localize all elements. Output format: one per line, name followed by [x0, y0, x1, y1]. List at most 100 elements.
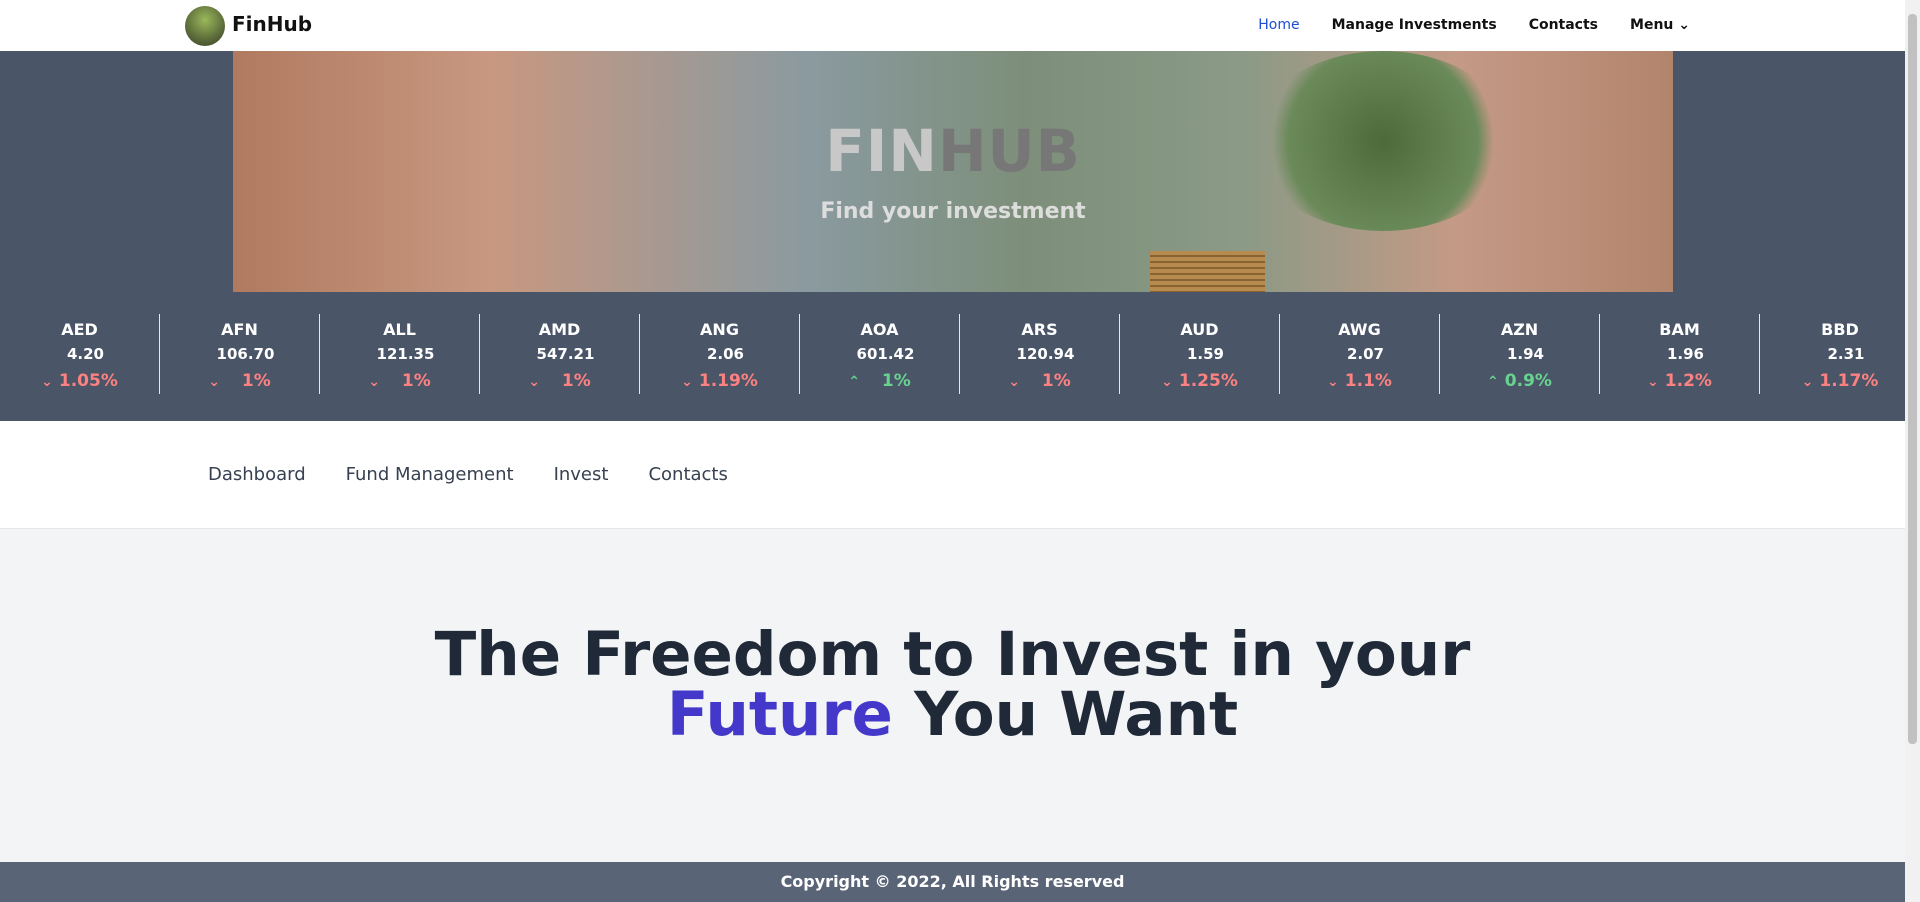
- scrollbar-thumb[interactable]: [1908, 14, 1917, 744]
- chevron-down-icon: ⌄: [1008, 374, 1020, 390]
- currency-change: ⌃ 0.9%: [1440, 371, 1599, 391]
- banner-subtitle: Find your investment: [820, 199, 1086, 224]
- currency-code: BBD: [1821, 320, 1859, 339]
- coins-graphic: [1150, 251, 1265, 292]
- currency-code: BAM: [1659, 320, 1700, 339]
- currency-value: 106.70: [216, 345, 275, 363]
- subnav-dashboard[interactable]: Dashboard: [208, 464, 306, 485]
- currency-change: ⌄ 1.19%: [640, 371, 799, 391]
- currency-code: ARS: [1021, 320, 1058, 339]
- currency-value: 547.21: [536, 345, 595, 363]
- chevron-down-icon: ⌄: [1647, 374, 1659, 390]
- change-percent: 1%: [1041, 371, 1071, 391]
- nav-contacts[interactable]: Contacts: [1529, 17, 1598, 33]
- ticker-item: ANG 2.06 ⌄ 1.19%: [640, 314, 800, 394]
- currency-value: 2.06: [706, 345, 744, 363]
- hero-rest: You Want: [892, 679, 1239, 750]
- currency-value: 1.96: [1666, 345, 1704, 363]
- nav-menu-label: Menu: [1630, 17, 1674, 33]
- ticker-item: AUD 1.59 ⌄ 1.25%: [1120, 314, 1280, 394]
- chevron-up-icon: ⌃: [1487, 374, 1499, 390]
- currency-change: ⌄ 1.1%: [1280, 371, 1439, 391]
- hero-heading: The Freedom to Invest in your Future You …: [0, 624, 1905, 745]
- banner-image: FINHUB Find your investment: [233, 51, 1673, 292]
- currency-ticker: AED 4.20 ⌄ 1.05% AFN 106.70 ⌄ 1% ALL 121.35 ⌄ 1% AMD…: [0, 292, 1905, 421]
- currency-value: 601.42: [856, 345, 915, 363]
- currency-value: 1.59: [1186, 345, 1224, 363]
- currency-value: 2.07: [1346, 345, 1384, 363]
- subnav-invest[interactable]: Invest: [554, 464, 609, 485]
- change-percent: 1%: [401, 371, 431, 391]
- nav-menu[interactable]: Menu ⌄: [1630, 17, 1690, 33]
- chevron-down-icon: ⌄: [1161, 374, 1173, 390]
- currency-change: ⌄ 1.05%: [0, 371, 159, 391]
- change-percent: 1%: [881, 371, 911, 391]
- currency-value: 4.20: [66, 345, 104, 363]
- chevron-down-icon: ⌄: [1801, 374, 1814, 390]
- change-percent: 0.9%: [1504, 371, 1552, 391]
- banner-title: FINHUB: [233, 117, 1673, 185]
- change-percent: 1.05%: [58, 371, 118, 391]
- change-percent: 1.1%: [1344, 371, 1392, 391]
- footer-copyright: Copyright © 2022, All Rights reserved: [0, 862, 1905, 902]
- chevron-down-icon: ⌄: [208, 374, 220, 390]
- nav-home[interactable]: Home: [1258, 17, 1299, 33]
- ticker-item: ARS 120.94 ⌄ 1%: [960, 314, 1120, 394]
- chevron-down-icon: ⌄: [41, 374, 53, 390]
- hero-banner: FINHUB Find your investment: [0, 51, 1905, 292]
- currency-code: AZN: [1500, 320, 1539, 339]
- banner-title-hub: HUB: [937, 117, 1081, 185]
- currency-change: ⌄ 1.17%: [1760, 371, 1905, 391]
- change-percent: 1.17%: [1819, 371, 1879, 391]
- currency-code: AWG: [1338, 320, 1381, 339]
- currency-change: ⌄ 1.25%: [1120, 371, 1279, 391]
- currency-code: AMD: [538, 320, 581, 339]
- ticker-item: BAM 1.96 ⌄ 1.2%: [1600, 314, 1760, 394]
- currency-change: ⌄ 1%: [320, 371, 479, 391]
- subnav-fund-management[interactable]: Fund Management: [346, 464, 514, 485]
- secondary-nav: Dashboard Fund Management Invest Contact…: [0, 421, 1905, 529]
- currency-code: AED: [61, 320, 98, 339]
- currency-change: ⌄ 1%: [480, 371, 639, 391]
- chevron-down-icon: ⌄: [1327, 374, 1339, 390]
- change-percent: 1.2%: [1664, 371, 1712, 391]
- chevron-down-icon: ⌄: [681, 374, 693, 390]
- hero-section: The Freedom to Invest in your Future You …: [0, 529, 1905, 862]
- currency-value: 121.35: [376, 345, 435, 363]
- subnav-contacts[interactable]: Contacts: [648, 464, 727, 485]
- currency-change: ⌄ 1%: [960, 371, 1119, 391]
- scrollbar[interactable]: [1905, 0, 1920, 902]
- chevron-down-icon: ⌄: [1678, 17, 1690, 33]
- ticker-item: AMD 547.21 ⌄ 1%: [480, 314, 640, 394]
- ticker-item: AOA 601.42 ⌃ 1%: [800, 314, 960, 394]
- change-percent: 1.25%: [1178, 371, 1238, 391]
- chevron-down-icon: ⌄: [528, 374, 540, 390]
- currency-change: ⌃ 1%: [800, 371, 959, 391]
- change-percent: 1.19%: [698, 371, 758, 391]
- ticker-item: AZN 1.94 ⌃ 0.9%: [1440, 314, 1600, 394]
- currency-change: ⌄ 1%: [160, 371, 319, 391]
- ticker-item: AED 4.20 ⌄ 1.05%: [0, 314, 160, 394]
- logo-image[interactable]: [185, 6, 225, 46]
- change-percent: 1%: [561, 371, 591, 391]
- ticker-item: AFN 106.70 ⌄ 1%: [160, 314, 320, 394]
- chevron-down-icon: ⌄: [368, 374, 380, 390]
- top-navbar: FinHub Home Manage Investments Contacts …: [0, 0, 1905, 51]
- chevron-up-icon: ⌃: [848, 374, 860, 390]
- nav-manage-investments[interactable]: Manage Investments: [1332, 17, 1497, 33]
- brand-name[interactable]: FinHub: [232, 12, 312, 36]
- ticker-item: ALL 121.35 ⌄ 1%: [320, 314, 480, 394]
- ticker-item: BBD 2.31 ⌄ 1.17%: [1760, 314, 1905, 394]
- currency-change: ⌄ 1.2%: [1600, 371, 1759, 391]
- currency-code: ALL: [383, 320, 416, 339]
- currency-value: 120.94: [1016, 345, 1075, 363]
- currency-code: AUD: [1180, 320, 1219, 339]
- currency-code: AOA: [860, 320, 899, 339]
- currency-value: 2.31: [1827, 345, 1865, 363]
- hero-accent: Future: [666, 679, 893, 750]
- currency-code: ANG: [700, 320, 739, 339]
- ticker-item: AWG 2.07 ⌄ 1.1%: [1280, 314, 1440, 394]
- currency-code: AFN: [221, 320, 258, 339]
- change-percent: 1%: [241, 371, 271, 391]
- banner-title-fin: FIN: [825, 117, 938, 185]
